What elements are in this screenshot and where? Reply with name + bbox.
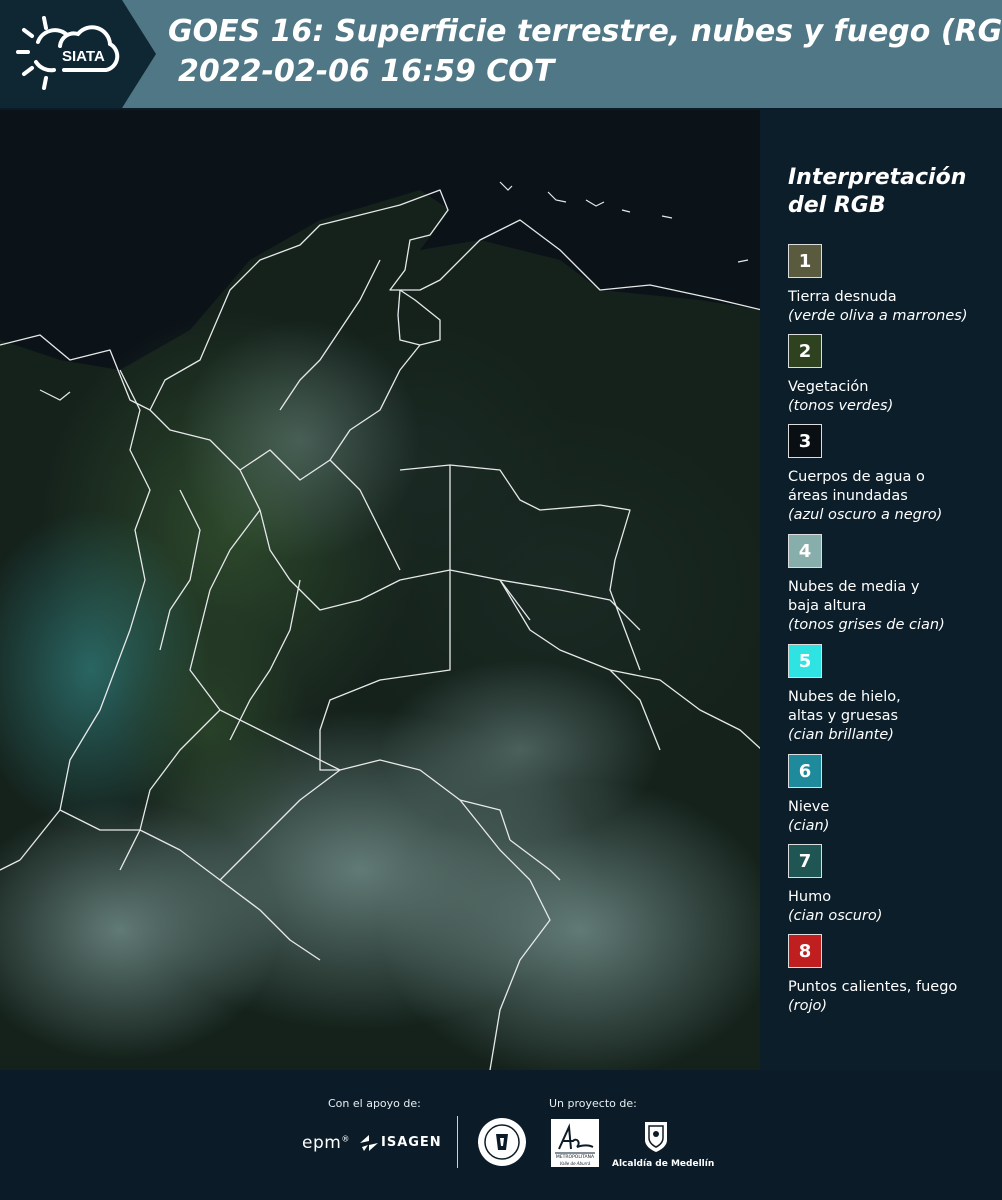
satellite-map — [0, 110, 762, 1070]
isagen-icon — [360, 1135, 378, 1151]
legend-item-1: 1 Tierra desnuda (verde oliva a marrones… — [788, 244, 998, 326]
logo-text: SIATA — [62, 48, 105, 65]
alcaldia-crest-icon — [645, 1122, 667, 1152]
legend-label: Cuerpos de agua o áreas inundadas — [788, 469, 925, 504]
header-bar: SIATA GOES 16: Superficie terrestre, nub… — [0, 0, 1002, 108]
legend-label: Tierra desnuda — [788, 289, 897, 305]
legend-desc: (verde oliva a marrones) — [788, 308, 968, 324]
legend-item-6: 6 Nieve (cian) — [788, 754, 998, 836]
area-metropolitana-text: METROPOLITANA — [555, 1155, 595, 1160]
epm-text: epm — [302, 1133, 342, 1153]
legend-item-3: 3 Cuerpos de agua o áreas inundadas (azu… — [788, 424, 998, 525]
legend-swatch-3: 3 — [788, 424, 822, 458]
legend-title-line1: Interpretación — [788, 165, 967, 190]
legend-desc: (cian oscuro) — [788, 908, 883, 924]
isagen-logo: ISAGEN — [381, 1135, 442, 1150]
legend-swatch-5: 5 — [788, 644, 822, 678]
university-seal-icon — [478, 1118, 526, 1166]
legend-desc: (cian) — [788, 818, 830, 834]
footer-divider — [457, 1116, 458, 1168]
legend-item-5: 5 Nubes de hielo, altas y gruesas (cian … — [788, 644, 998, 745]
legend-desc: (azul oscuro a negro) — [788, 507, 943, 523]
legend-item-7: 7 Humo (cian oscuro) — [788, 844, 998, 926]
legend-desc: (tonos verdes) — [788, 398, 894, 414]
page-title: GOES 16: Superficie terrestre, nubes y f… — [168, 14, 1002, 49]
legend-label: Vegetación — [788, 379, 869, 395]
legend-swatch-2: 2 — [788, 334, 822, 368]
legend-label: Humo — [788, 889, 832, 905]
legend-swatch-7: 7 — [788, 844, 822, 878]
legend-label: Nubes de hielo, altas y gruesas — [788, 689, 901, 724]
project-label: Un proyecto de: — [549, 1097, 637, 1110]
legend-item-8: 8 Puntos calientes, fuego (rojo) — [788, 934, 998, 1016]
support-label: Con el apoyo de: — [328, 1097, 421, 1110]
epm-logo: epm® — [302, 1133, 350, 1153]
footer: Con el apoyo de: Un proyecto de: epm® IS… — [0, 1070, 1002, 1200]
legend-title: Interpretación del RGB — [788, 164, 988, 220]
legend-swatch-6: 6 — [788, 754, 822, 788]
page-datetime: 2022-02-06 16:59 COT — [178, 54, 555, 89]
legend-desc: (cian brillante) — [788, 727, 894, 743]
legend-desc: (tonos grises de cian) — [788, 617, 945, 633]
map-svg — [0, 110, 762, 1070]
legend-swatch-8: 8 — [788, 934, 822, 968]
legend-swatch-4: 4 — [788, 534, 822, 568]
legend-label: Nubes de media y baja altura — [788, 579, 920, 614]
siata-logo: SIATA — [16, 16, 120, 90]
legend-swatch-1: 1 — [788, 244, 822, 278]
area-metropolitana-sub: Valle de Aburrá — [559, 1161, 591, 1166]
alcaldia-text: Alcaldía de Medellín — [612, 1159, 715, 1169]
legend-title-line2: del RGB — [788, 193, 886, 218]
legend-desc: (rojo) — [788, 998, 828, 1014]
legend-label: Nieve — [788, 799, 830, 815]
legend-label: Puntos calientes, fuego — [788, 979, 958, 995]
legend-item-4: 4 Nubes de media y baja altura (tonos gr… — [788, 534, 998, 635]
legend-item-2: 2 Vegetación (tonos verdes) — [788, 334, 998, 416]
legend-panel: Interpretación del RGB 1 Tierra desnuda … — [760, 110, 1002, 1070]
